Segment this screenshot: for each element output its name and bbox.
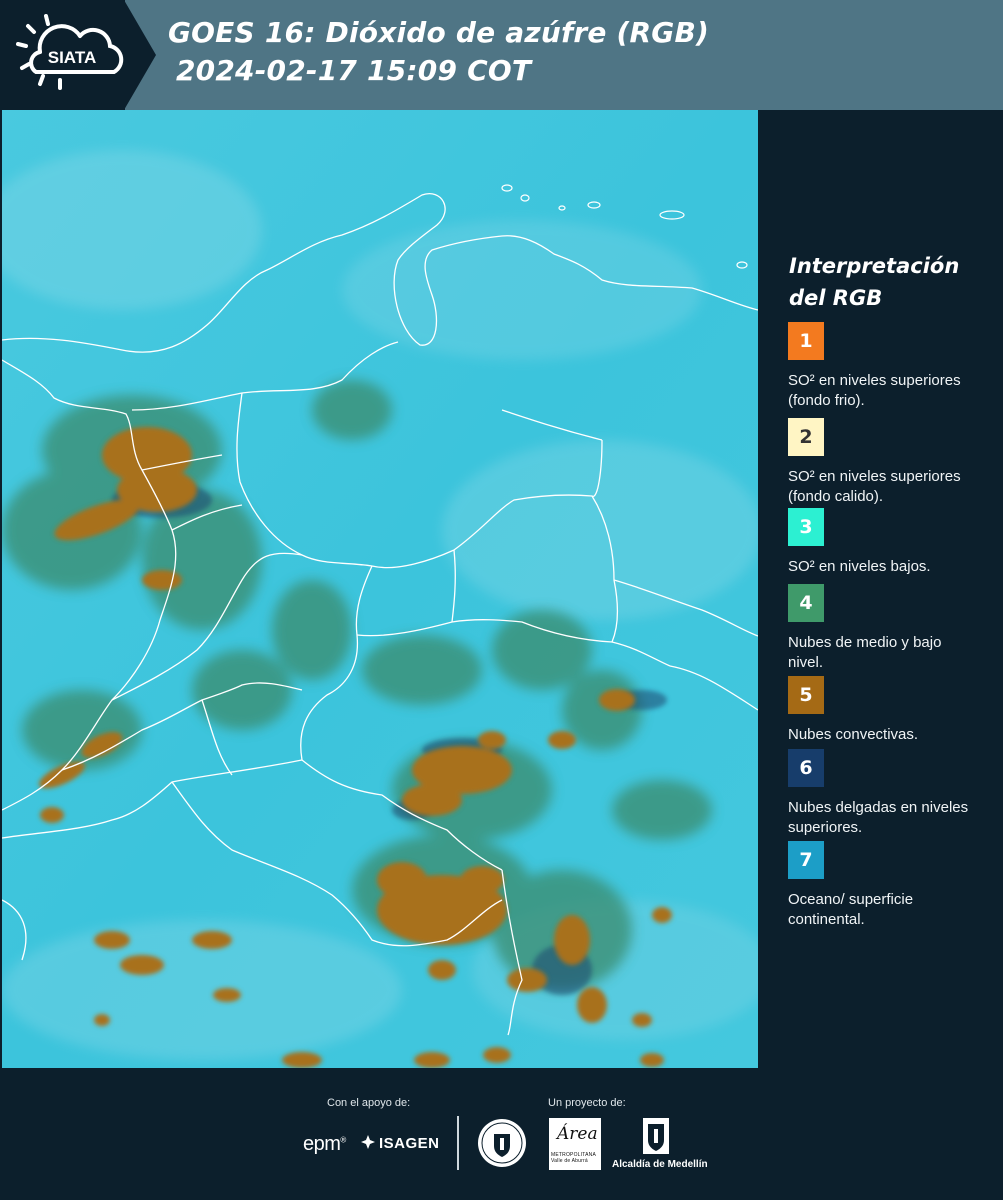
siata-logo: SIATA xyxy=(16,14,124,90)
header-bar: SIATA GOES 16: Dióxido de azúfre (RGB) 2… xyxy=(0,0,1003,110)
legend-item-4: 4 Nubes de medio y bajo nivel. xyxy=(788,584,978,673)
page-title: GOES 16: Dióxido de azúfre (RGB) xyxy=(168,16,710,49)
isagen-mark-icon xyxy=(361,1135,375,1149)
alcaldia-text: Alcaldía de Medellín xyxy=(612,1159,708,1170)
footer: Con el apoyo de: Un proyecto de: epm® IS… xyxy=(0,1068,1003,1200)
legend-item-6: 6 Nubes delgadas en niveles superiores. xyxy=(788,749,978,838)
legend-swatch-1: 1 xyxy=(788,322,824,360)
legend-description-7: Oceano/ superficie continental. xyxy=(788,891,914,928)
legend-swatch-2: 2 xyxy=(788,418,824,456)
legend-swatch-4: 4 xyxy=(788,584,824,622)
legend-title-line1: Interpretación xyxy=(789,254,960,278)
isagen-logo-text: ISAGEN xyxy=(379,1135,440,1152)
legend-item-7: 7 Oceano/ superficie continental. xyxy=(788,841,978,930)
legend-swatch-7: 7 xyxy=(788,841,824,879)
project-label: Un proyecto de: xyxy=(548,1097,626,1109)
legend-item-3: 3 SO² en niveles bajos. xyxy=(788,508,978,577)
area-logo-subtext: METROPOLITANA Valle de Aburrá xyxy=(551,1152,596,1164)
timestamp-title: 2024-02-17 15:09 COT xyxy=(176,54,532,87)
epm-logo: epm® xyxy=(303,1133,346,1155)
support-label: Con el apoyo de: xyxy=(327,1097,411,1109)
logo-arrow-shape xyxy=(124,0,156,110)
legend-description-6: Nubes delgadas en niveles superiores. xyxy=(788,799,969,836)
legend-description-4: Nubes de medio y bajo nivel. xyxy=(788,634,942,671)
area-metropolitana-logo: Área METROPOLITANA Valle de Aburrá xyxy=(549,1118,601,1170)
legend-description-5: Nubes convectivas. xyxy=(788,726,919,743)
medellin-seal-icon xyxy=(478,1119,526,1167)
legend-swatch-5: 5 xyxy=(788,676,824,714)
legend-title: Interpretación del RGB xyxy=(789,250,959,314)
legend-item-5: 5 Nubes convectivas. xyxy=(788,676,978,745)
epm-logo-text: epm xyxy=(303,1133,341,1155)
legend-description-3: SO² en niveles bajos. xyxy=(788,558,931,575)
satellite-map xyxy=(2,110,758,1068)
isagen-logo: ISAGEN xyxy=(360,1134,440,1152)
legend-description-2: SO² en niveles superiores (fondo calido)… xyxy=(788,468,961,505)
area-logo-text: Área xyxy=(557,1124,598,1144)
legend-item-2: 2 SO² en niveles superiores (fondo calid… xyxy=(788,418,978,507)
legend-item-1: 1 SO² en niveles superiores (fondo frio)… xyxy=(788,322,978,411)
footer-divider xyxy=(457,1116,459,1170)
alcaldia-shield-icon xyxy=(643,1118,669,1154)
legend-swatch-3: 3 xyxy=(788,508,824,546)
legend-title-line2: del RGB xyxy=(789,286,883,310)
legend-description-1: SO² en niveles superiores (fondo frio). xyxy=(788,372,961,409)
legend-swatch-6: 6 xyxy=(788,749,824,787)
siata-logo-text: SIATA xyxy=(48,48,96,67)
legend-panel: Interpretación del RGB 1 SO² en niveles … xyxy=(762,110,1003,1068)
